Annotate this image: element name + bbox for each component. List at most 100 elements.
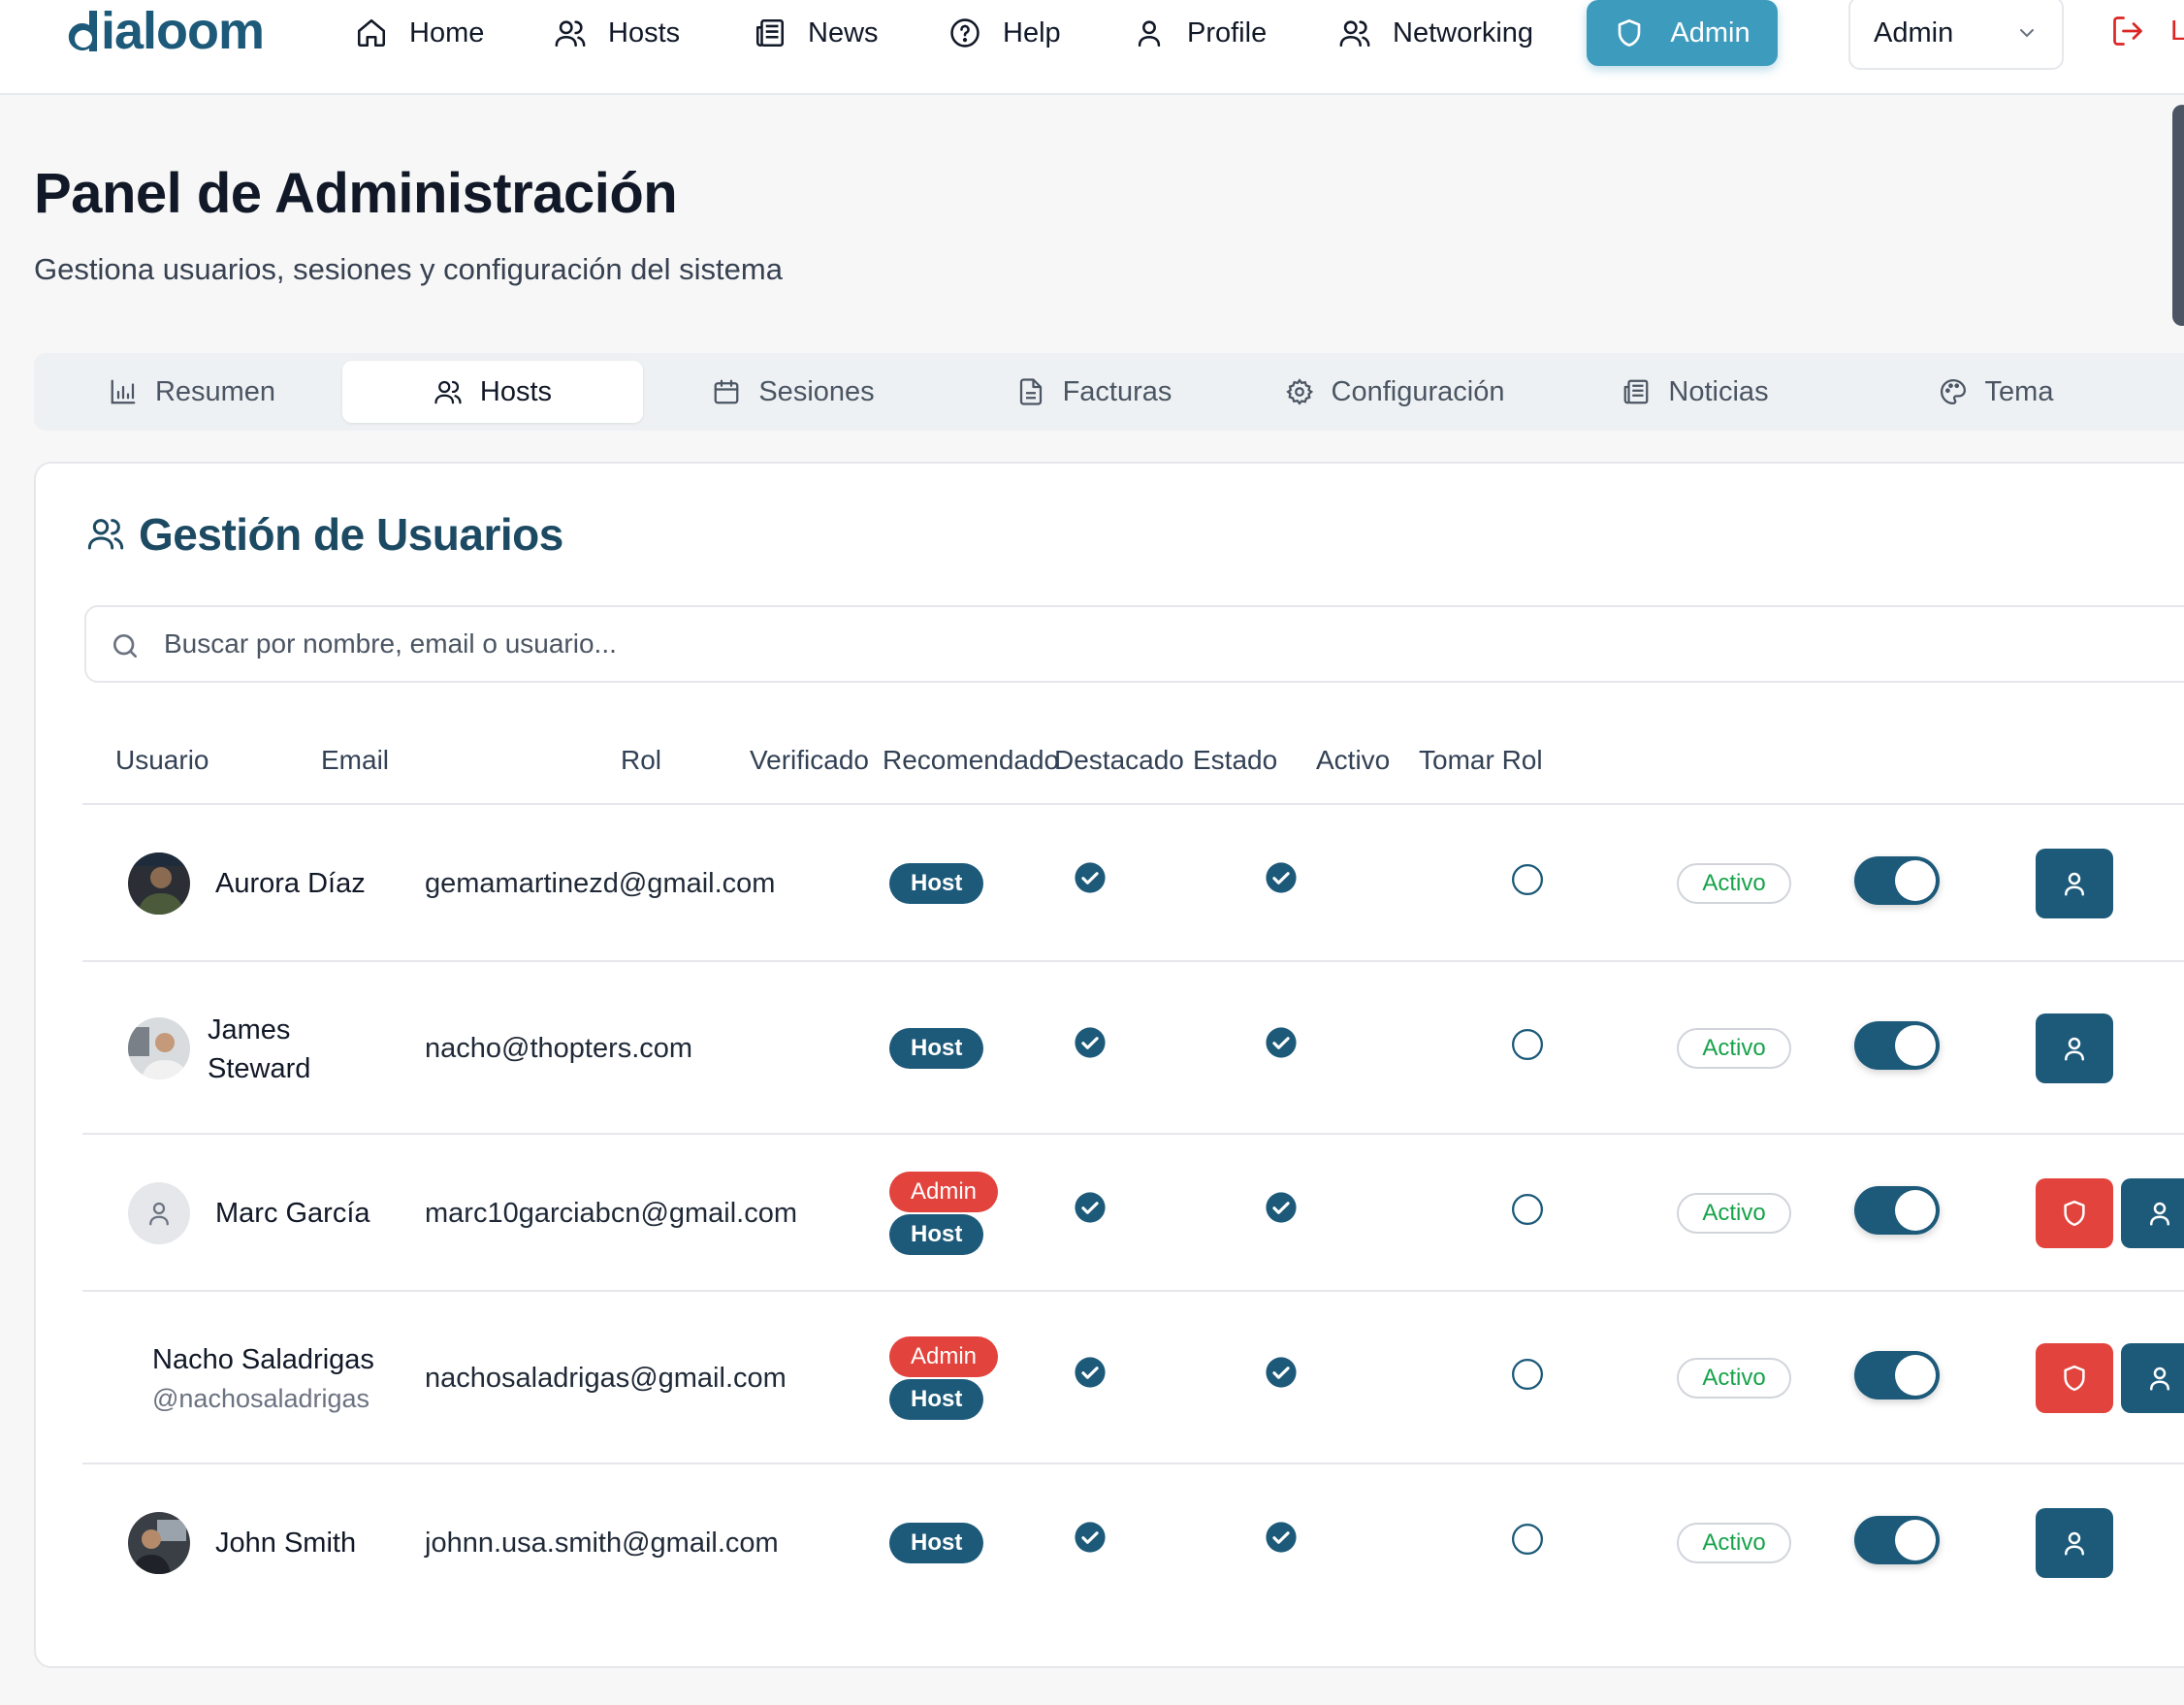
take-role-host-button[interactable] [2036,1508,2113,1578]
nav-profile[interactable]: Profile [1133,6,1267,60]
recommended-check-icon[interactable] [1265,1521,1298,1554]
recommended-check-icon[interactable] [1265,1191,1298,1224]
column-header-email[interactable]: Email [321,745,389,776]
column-header-activo[interactable]: Activo [1316,745,1390,776]
tab-hosts[interactable]: Hosts [342,361,643,423]
toggle-knob [1895,1190,1936,1231]
column-header-destacado[interactable]: Destacado [1054,745,1184,776]
status-badge: Activo [1677,1193,1791,1234]
verified-check-icon[interactable] [1074,1026,1107,1059]
active-toggle[interactable] [1854,1351,1940,1399]
nav-help[interactable]: Help [948,6,1061,60]
calendar-icon [714,379,739,404]
active-toggle[interactable] [1854,1021,1940,1070]
column-header-verificado[interactable]: Verificado [750,745,869,776]
users-icon [434,380,462,404]
nav-news-label: News [808,16,879,48]
active-toggle[interactable] [1854,856,1940,905]
shield-icon [2064,1200,2085,1227]
active-toggle[interactable] [1854,1186,1940,1235]
nav-home-label: Home [409,16,485,48]
shield-icon [1619,19,1641,47]
column-header-estado[interactable]: Estado [1193,745,1277,776]
user-icon [2065,1037,2084,1061]
role-select[interactable]: Admin [1848,0,2064,70]
brand-logo[interactable]: ialoom [64,2,265,60]
role-badge-host: Host [889,1523,984,1563]
take-role-admin-button[interactable] [2036,1343,2113,1413]
user-name: John Smith [215,1528,357,1559]
user-name-last: Steward [208,1053,311,1084]
nav-admin[interactable]: Admin [1587,0,1778,66]
featured-radio-empty-icon[interactable] [1511,1523,1544,1556]
user-email: nachosaladrigas@gmail.com [425,1363,787,1394]
role-badge-admin: Admin [889,1336,999,1377]
avatar [128,1017,190,1079]
logout-icon[interactable] [2110,14,2145,48]
active-toggle[interactable] [1854,1516,1940,1564]
tab-noticias[interactable]: Noticias [1545,361,1846,423]
avatar [128,852,190,915]
nav-help-label: Help [1003,16,1061,48]
avatar [128,1512,190,1574]
take-role-host-button[interactable] [2121,1343,2184,1413]
recommended-check-icon[interactable] [1265,1026,1298,1059]
user-icon [2065,872,2084,896]
row-divider [82,1133,2184,1135]
featured-radio-empty-icon[interactable] [1511,1193,1544,1226]
role-badge-host: Host [889,863,984,904]
recommended-check-icon[interactable] [1265,861,1298,894]
nav-networking[interactable]: Networking [1338,6,1533,60]
tab-configuracion[interactable]: Configuración [1244,361,1545,423]
nav-home[interactable]: Home [355,6,484,60]
nav-hosts[interactable]: Hosts [554,6,680,60]
take-role-host-button[interactable] [2121,1178,2184,1248]
featured-radio-empty-icon[interactable] [1511,1358,1544,1391]
row-divider [82,960,2184,962]
column-header-rol[interactable]: Rol [621,745,661,776]
status-badge: Activo [1677,863,1791,904]
column-header-recomendado[interactable]: Recomendado [883,745,1059,776]
column-header-tomar-rol[interactable]: Tomar Rol [1419,745,1543,776]
nav-news[interactable]: News [754,6,879,60]
nav-hosts-label: Hosts [608,16,681,48]
tab-resumen-label: Resumen [154,375,276,407]
role-badge-host: Host [889,1028,984,1069]
users-icon [87,519,124,550]
bar-chart-icon [111,379,136,404]
status-badge: Activo [1677,1523,1791,1563]
top-nav: ialoom Home Hosts News Help Profile Netw… [0,0,2184,95]
user-name: Aurora Díaz [215,868,366,899]
featured-radio-empty-icon[interactable] [1511,1028,1544,1061]
toggle-knob [1895,1025,1936,1066]
page-title: Panel de Administración [34,162,678,225]
take-role-host-button[interactable] [2036,1013,2113,1083]
user-name-first: James [208,1014,291,1046]
toggle-knob [1895,1520,1936,1560]
search-input[interactable] [164,607,1328,681]
tab-resumen[interactable]: Resumen [42,361,342,423]
file-text-icon [1019,378,1042,405]
scrollbar-thumb[interactable] [2172,105,2184,326]
verified-check-icon[interactable] [1074,1191,1107,1224]
home-icon [357,18,386,48]
admin-tabs: Resumen Hosts Sesiones Facturas Configur… [34,353,2184,431]
recommended-check-icon[interactable] [1265,1356,1298,1389]
brand-name: ialoom [101,2,265,60]
featured-radio-empty-icon[interactable] [1511,863,1544,896]
verified-check-icon[interactable] [1074,1356,1107,1389]
search-box [84,605,2184,683]
column-header-usuario[interactable]: Usuario [115,745,209,776]
tab-facturas[interactable]: Facturas [944,361,1244,423]
tab-sesiones[interactable]: Sesiones [643,361,944,423]
help-circle-icon [950,18,980,48]
user-icon [2150,1367,2169,1391]
tab-tema[interactable]: Tema [1846,361,2146,423]
logout-label[interactable]: L [2170,16,2184,48]
verified-check-icon[interactable] [1074,1521,1107,1554]
tab-hosts-label: Hosts [479,375,553,407]
avatar-placeholder [128,1182,190,1244]
take-role-admin-button[interactable] [2036,1178,2113,1248]
verified-check-icon[interactable] [1074,861,1107,894]
take-role-host-button[interactable] [2036,849,2113,918]
